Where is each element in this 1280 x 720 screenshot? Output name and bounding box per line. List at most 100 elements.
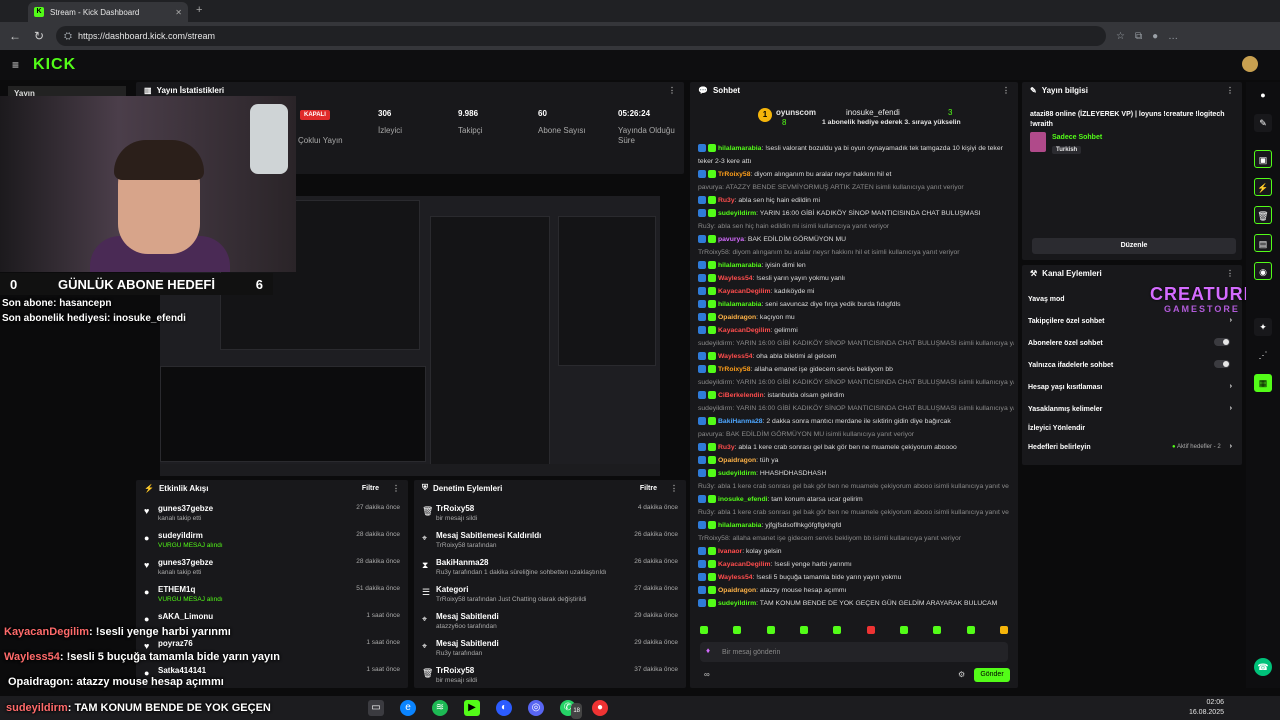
channel-action-row[interactable]: Hesap yaşı kısıtlaması › — [1028, 383, 1238, 391]
emote-icon[interactable] — [999, 626, 1008, 634]
moderation-filter-button[interactable]: Filtre — [640, 485, 657, 492]
activity-filter-button[interactable]: Filtre — [362, 485, 379, 492]
chat-username[interactable]: inosuke_efendi — [718, 496, 767, 503]
channel-action-row[interactable]: Yalnızca ifadelerle sohbet — [1028, 360, 1238, 369]
chat-username[interactable]: sudeyildirm — [718, 470, 756, 477]
info-icon[interactable]: ● — [1254, 86, 1272, 104]
trash-icon[interactable]: 🗑 — [1254, 206, 1272, 224]
chat-username[interactable]: Opaidragon — [718, 587, 756, 594]
wrench-icon[interactable]: ✦ — [1254, 318, 1272, 336]
emote-icon[interactable] — [833, 626, 842, 634]
taskbar-clock[interactable]: 02:06 16.08.2025 — [1189, 698, 1224, 718]
moderation-more-icon[interactable]: ⋮ — [670, 484, 678, 493]
stats-more-icon[interactable]: ⋮ — [668, 86, 676, 95]
emote-icon[interactable] — [799, 626, 808, 634]
activity-user[interactable]: gunes37gebze — [158, 504, 213, 513]
info-more-icon[interactable]: ⋮ — [1226, 86, 1234, 95]
chat-username[interactable]: hilalamarabia — [718, 145, 761, 152]
category-link[interactable]: Sadece Sohbet — [1052, 134, 1102, 141]
kick-logo[interactable]: KICK — [33, 56, 76, 74]
activity-user[interactable]: gunes37gebze — [158, 558, 213, 567]
channel-action-row[interactable]: İzleyici Yönlendir — [1028, 425, 1238, 432]
emote-icon[interactable] — [733, 626, 742, 634]
close-tab-icon[interactable]: ✕ — [175, 8, 182, 17]
chat-username[interactable]: hilalamarabia — [718, 262, 761, 269]
user-avatar[interactable] — [1242, 56, 1258, 72]
edge-icon[interactable]: e — [400, 700, 416, 716]
back-icon[interactable]: ← — [8, 29, 22, 43]
activity-user[interactable]: sAKA_Limonu — [158, 612, 213, 621]
dashboard-icon[interactable]: ▦ — [1254, 374, 1272, 392]
channel-action-row[interactable]: Yasaklanmış kelimeler › — [1028, 405, 1238, 413]
share-icon[interactable]: ⋰ — [1254, 346, 1272, 364]
emote-icon[interactable] — [766, 626, 775, 634]
activity-user[interactable]: Satka414141 — [158, 666, 206, 675]
emote-icon[interactable] — [866, 626, 875, 634]
activity-more-icon[interactable]: ⋮ — [392, 484, 400, 493]
chat-username[interactable]: hilalamarabia — [718, 301, 761, 308]
chat-username[interactable]: KayacanDegilim — [718, 288, 771, 295]
chat-more-icon[interactable]: ⋮ — [1002, 86, 1010, 95]
channel-action-row[interactable]: Abonelere özel sohbet — [1028, 338, 1238, 347]
emote-icon[interactable] — [700, 626, 708, 634]
channel-action-row[interactable]: Takipçilere özel sohbet › — [1028, 317, 1238, 325]
new-tab-icon[interactable]: + — [196, 4, 202, 16]
chat-username[interactable]: hilalamarabia — [718, 522, 761, 529]
hamburger-menu-icon[interactable]: ≡ — [12, 58, 19, 72]
chat-username[interactable]: CiBerkelendin — [718, 392, 764, 399]
emote-icon[interactable] — [933, 626, 942, 634]
chevron-right-icon[interactable]: › — [1230, 317, 1232, 324]
chat-username[interactable]: Ivanaor — [718, 548, 742, 555]
chat-username[interactable]: sudeyildirm — [718, 600, 756, 607]
chat-username[interactable]: TrRoixy58 — [718, 366, 751, 373]
activity-user[interactable]: sudeyildirm — [158, 531, 203, 540]
app-icon[interactable]: ◐ — [496, 700, 512, 716]
chat-username[interactable]: TrRoixy58 — [718, 171, 751, 178]
send-button[interactable]: Gönder — [974, 668, 1010, 682]
chat-username[interactable]: Opaidragon — [718, 457, 756, 464]
whatsapp-icon[interactable]: ✆ 18 — [560, 700, 582, 719]
activity-user[interactable]: ETHEM1q — [158, 585, 195, 594]
lightning-icon[interactable]: ⚡ — [1254, 178, 1272, 196]
spotify-icon[interactable]: ≋ — [432, 700, 448, 716]
emote-icon[interactable] — [899, 626, 908, 634]
chat-username[interactable]: Wayless54 — [718, 275, 753, 282]
kick-app-icon[interactable]: ▶ — [464, 700, 480, 716]
url-field[interactable]: ⛭ https://dashboard.kick.com/stream — [56, 26, 1106, 46]
chat-input[interactable]: Bir mesaj gönderin — [700, 642, 1008, 662]
chat-gear-icon[interactable]: ⚙ — [958, 670, 965, 679]
edit-info-button[interactable]: Düzenle — [1032, 238, 1236, 254]
camera-icon[interactable]: ▣ — [1254, 150, 1272, 168]
chat-username[interactable]: Ru3y — [718, 444, 735, 451]
profile-icon[interactable]: ● — [1152, 31, 1158, 42]
support-chat-icon[interactable]: ☎ — [1254, 658, 1272, 676]
browser-tab[interactable]: K Stream - Kick Dashboard ✕ — [28, 2, 188, 22]
extensions-icon[interactable]: ⧉ — [1135, 31, 1142, 42]
menu-icon[interactable]: … — [1168, 31, 1178, 42]
chat-username[interactable]: sudeyildirm — [718, 210, 756, 217]
broadcast-icon[interactable]: ◉ — [1254, 262, 1272, 280]
chat-username[interactable]: Wayless54 — [718, 353, 753, 360]
obs-icon[interactable]: ● — [592, 700, 608, 716]
chat-username[interactable]: pavurya — [718, 236, 744, 243]
emote-icon[interactable] — [966, 626, 975, 634]
pencil-icon[interactable]: ✎ — [1254, 114, 1272, 132]
discord-icon[interactable]: ◎ — [528, 700, 544, 716]
chat-username[interactable]: Ru3y — [718, 197, 735, 204]
chat-username[interactable]: BakiHanma28 — [718, 418, 763, 425]
toggle-switch[interactable] — [1214, 360, 1230, 368]
site-info-icon[interactable]: ⛭ — [64, 31, 72, 42]
toggle-switch[interactable] — [1214, 338, 1230, 346]
chevron-right-icon[interactable]: › — [1230, 443, 1232, 450]
favorites-icon[interactable]: ☆ — [1116, 31, 1125, 42]
reload-icon[interactable]: ↻ — [32, 29, 46, 43]
chat-username[interactable]: KayacanDegilim — [718, 561, 771, 568]
chat-icon[interactable]: ▤ — [1254, 234, 1272, 252]
file-explorer-icon[interactable]: ▭ — [368, 700, 384, 716]
chevron-right-icon[interactable]: › — [1230, 383, 1232, 390]
chat-username[interactable]: KayacanDegilim — [718, 327, 771, 334]
chat-username[interactable]: Wayless54 — [718, 574, 753, 581]
activity-user[interactable]: poyraz76 — [158, 639, 193, 648]
chat-settings-icon[interactable]: ∞ — [704, 670, 710, 679]
chat-username[interactable]: Opaidragon — [718, 314, 756, 321]
